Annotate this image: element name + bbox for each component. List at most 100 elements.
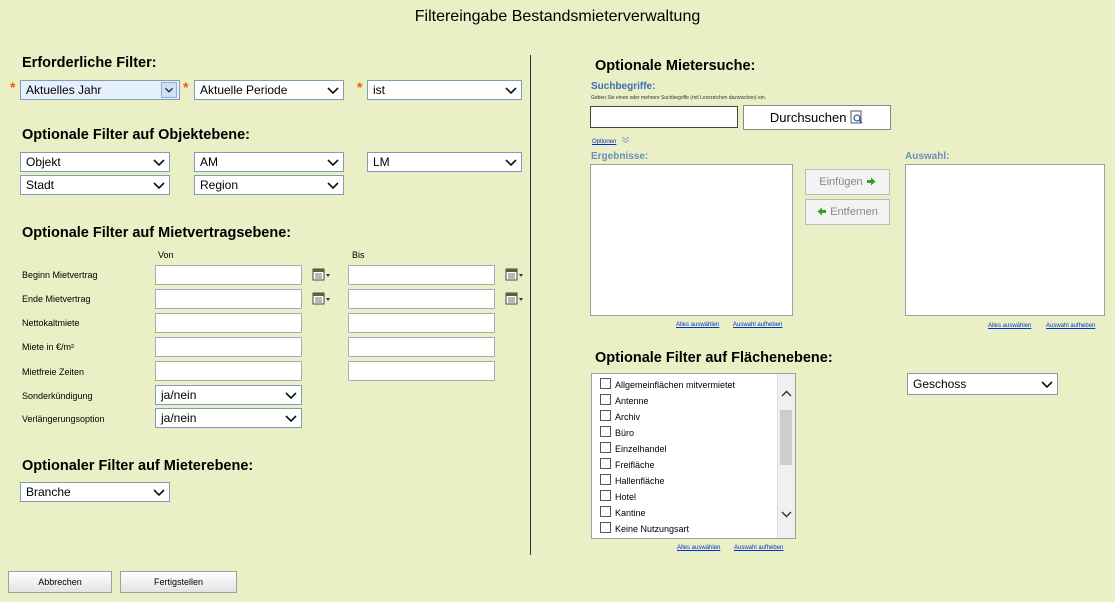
search-button[interactable]: Durchsuchen <box>743 105 891 130</box>
ende-label: Ende Mietvertrag <box>22 294 91 304</box>
checkbox[interactable] <box>600 522 611 533</box>
usage-type-label: Antenne <box>615 396 649 406</box>
chevron-down-icon <box>327 87 339 95</box>
chevron-down-icon <box>327 159 339 167</box>
insert-button[interactable]: Einfügen <box>805 169 890 195</box>
von-column-label: Von <box>158 250 174 260</box>
required-filters-heading: Erforderliche Filter: <box>22 55 157 71</box>
ende-to-input[interactable] <box>348 289 495 309</box>
branche-select[interactable]: Branche <box>20 482 170 502</box>
am-select[interactable]: AM <box>194 152 344 172</box>
usage-type-option[interactable]: Antenne <box>600 394 649 410</box>
checkbox[interactable] <box>600 426 611 437</box>
checkbox[interactable] <box>600 474 611 485</box>
mietfrei-to-input[interactable] <box>348 361 495 381</box>
scroll-down-icon[interactable] <box>778 506 795 522</box>
usage-type-option[interactable]: Büro <box>600 426 634 442</box>
beginn-from-input[interactable] <box>155 265 302 285</box>
usage-type-option[interactable]: Kantine <box>600 506 646 522</box>
status-select[interactable]: ist <box>367 80 522 100</box>
usage-type-option[interactable]: Keine Nutzungsart <box>600 522 689 538</box>
column-divider <box>530 55 531 555</box>
netto-from-input[interactable] <box>155 313 302 333</box>
year-select[interactable]: Aktuelles Jahr <box>20 80 180 100</box>
stadt-select[interactable]: Stadt <box>20 175 170 195</box>
selection-label: Auswahl: <box>905 151 950 162</box>
contract-filters-heading: Optionale Filter auf Mietvertragsebene: <box>22 225 292 241</box>
usage-type-option[interactable]: Allgemeinflächen mitvermietet <box>600 378 735 394</box>
area-select-all-link[interactable]: Alles auswählen <box>677 545 720 551</box>
selection-list[interactable] <box>905 164 1105 316</box>
tenant-search-heading: Optionale Mietersuche: <box>595 58 756 74</box>
usage-type-label: Archiv <box>615 412 641 422</box>
checkbox[interactable] <box>600 506 611 517</box>
objekt-select[interactable]: Objekt <box>20 152 170 172</box>
usage-type-option[interactable]: Freifläche <box>600 458 655 474</box>
usage-type-list[interactable]: Allgemeinflächen mitvermietet Antenne Arch… <box>591 373 796 539</box>
verl-label: Verlängerungsoption <box>22 414 105 424</box>
checkbox[interactable] <box>600 458 611 469</box>
mietfrei-label: Mietfreie Zeiten <box>22 367 85 377</box>
scrollbar[interactable] <box>777 374 795 538</box>
selection-select-all-link[interactable]: Alles auswählen <box>988 323 1031 329</box>
chevron-double-down-icon <box>621 136 630 144</box>
calendar-icon[interactable] <box>312 292 332 306</box>
checkbox[interactable] <box>600 394 611 405</box>
area-deselect-link[interactable]: Auswahl aufheben <box>734 545 783 551</box>
chevron-down-icon <box>285 415 297 423</box>
tenant-filter-heading: Optionaler Filter auf Mieterebene: <box>22 458 254 474</box>
ende-from-input[interactable] <box>155 289 302 309</box>
scroll-up-icon[interactable] <box>778 386 795 402</box>
chevron-down-icon <box>161 82 177 98</box>
usage-type-option[interactable]: Hotel <box>600 490 636 506</box>
netto-to-input[interactable] <box>348 313 495 333</box>
checkbox[interactable] <box>600 410 611 421</box>
remove-button[interactable]: Entfernen <box>805 199 890 225</box>
mietfrei-from-input[interactable] <box>155 361 302 381</box>
options-toggle[interactable]: Optionen <box>592 136 630 145</box>
beginn-to-input[interactable] <box>348 265 495 285</box>
checkbox[interactable] <box>600 490 611 501</box>
usage-type-option[interactable]: Archiv <box>600 410 640 426</box>
period-select[interactable]: Aktuelle Periode <box>194 80 344 100</box>
usage-type-label: Allgemeinflächen mitvermietet <box>615 380 736 390</box>
search-hint: Geben Sie einen oder mehrere Suchbegriff… <box>591 95 767 101</box>
verl-select[interactable]: ja/nein <box>155 408 302 428</box>
checkbox[interactable] <box>600 442 611 453</box>
search-input[interactable] <box>590 106 738 128</box>
checkbox[interactable] <box>600 378 611 389</box>
search-icon <box>850 110 863 124</box>
usage-type-label: Kantine <box>615 508 646 518</box>
usage-type-label: Einzelhandel <box>615 444 667 454</box>
usage-type-option[interactable]: Einzelhandel <box>600 442 667 458</box>
miete-from-input[interactable] <box>155 337 302 357</box>
results-list[interactable] <box>590 164 793 316</box>
usage-type-option[interactable]: Hallenfläche <box>600 474 665 490</box>
usage-type-label: Hotel <box>615 492 637 502</box>
results-deselect-link[interactable]: Auswahl aufheben <box>733 322 782 328</box>
calendar-icon[interactable] <box>312 268 332 282</box>
geschoss-select[interactable]: Geschoss <box>907 373 1058 395</box>
sonder-select[interactable]: ja/nein <box>155 385 302 405</box>
chevron-down-icon <box>505 87 517 95</box>
results-select-all-link[interactable]: Alles auswählen <box>676 322 719 328</box>
required-marker: * <box>357 79 363 95</box>
page-title: Filtereingabe Bestandsmieterverwaltung <box>414 8 701 25</box>
usage-type-label: Freifläche <box>615 460 655 470</box>
beginn-label: Beginn Mietvertrag <box>22 270 98 280</box>
calendar-icon[interactable] <box>505 268 525 282</box>
chevron-down-icon <box>285 392 297 400</box>
selection-deselect-link[interactable]: Auswahl aufheben <box>1046 323 1095 329</box>
finish-button[interactable]: Fertigstellen <box>120 571 237 593</box>
sonder-label: Sonderkündigung <box>22 391 93 401</box>
miete-to-input[interactable] <box>348 337 495 357</box>
lm-select[interactable]: LM <box>367 152 522 172</box>
calendar-icon[interactable] <box>505 292 525 306</box>
usage-type-label: Büro <box>615 428 635 438</box>
area-filters-heading: Optionale Filter auf Flächenebene: <box>595 350 833 366</box>
arrow-right-icon <box>866 177 876 186</box>
scrollbar-thumb[interactable] <box>780 410 792 465</box>
region-select[interactable]: Region <box>194 175 344 195</box>
netto-label: Nettokaltmiete <box>22 318 80 328</box>
cancel-button[interactable]: Abbrechen <box>8 571 112 593</box>
